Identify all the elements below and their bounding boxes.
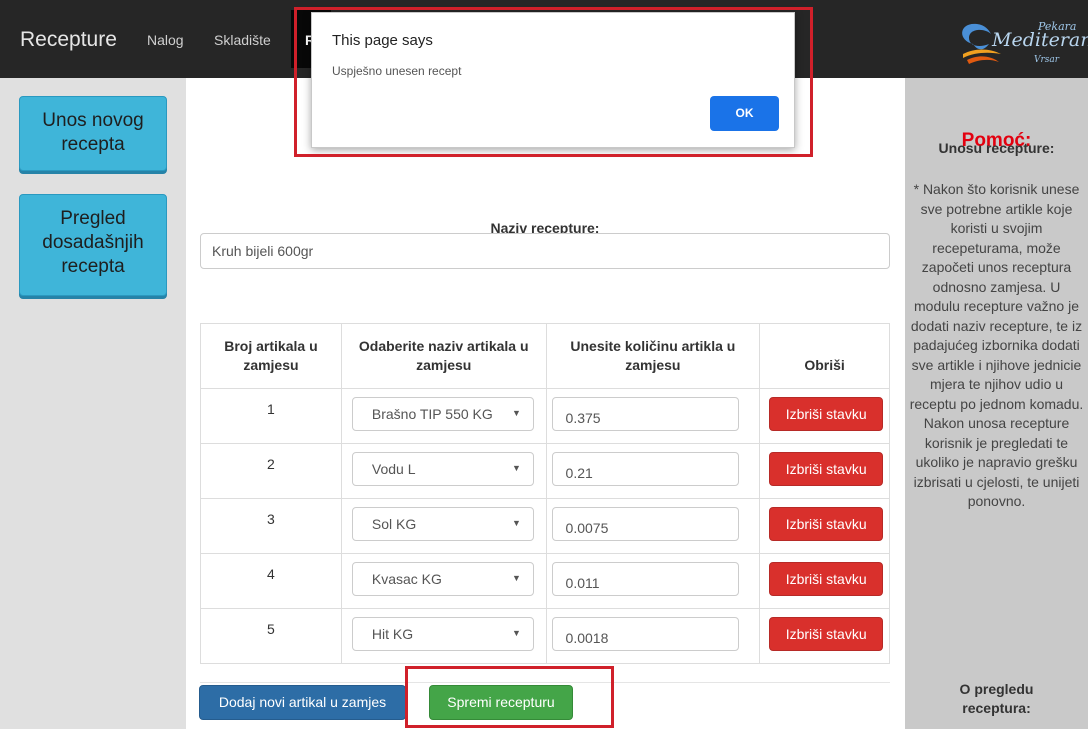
article-select[interactable]: Hit KG ▼ [351, 617, 534, 651]
delete-item-button[interactable]: Izbriši stavku [769, 452, 884, 486]
delete-item-button[interactable]: Izbriši stavku [769, 507, 884, 541]
article-select-value: Hit KG [371, 626, 414, 642]
article-select[interactable]: Vodu L ▼ [351, 452, 534, 486]
logo-text-vrsar: Vrsar [1034, 55, 1060, 65]
delete-cell: Izbriši stavku [759, 608, 890, 664]
table-header-row: Broj artikala u zamjesu Odaberite naziv … [200, 323, 890, 389]
ingredients-table: Broj artikala u zamjesu Odaberite naziv … [200, 323, 890, 664]
header-article-count: Broj artikala u zamjesu [200, 323, 342, 389]
left-sidebar [0, 78, 186, 729]
help-subtitle-review: O pregledu receptura: [959, 681, 1034, 716]
row-number-cell: 2 [200, 443, 342, 499]
table-row: 4 Kvasac KG ▼ Izbriši stavku [200, 553, 890, 609]
row-number: 2 [267, 456, 275, 472]
table-row: 2 Vodu L ▼ Izbriši stavku [200, 443, 890, 499]
delete-item-button[interactable]: Izbriši stavku [769, 562, 884, 596]
dialog-highlight-frame [294, 7, 813, 157]
article-select-value: Sol KG [371, 516, 417, 532]
quantity-input[interactable] [551, 562, 739, 596]
brand-link[interactable]: Recepture [20, 28, 117, 52]
delete-cell: Izbriši stavku [759, 443, 890, 499]
table-row: 1 Brašno TIP 550 KG ▼ Izbriši stavku [200, 388, 890, 444]
quantity-cell [545, 388, 761, 444]
help-subtitle: Unosu recepture: [938, 140, 1055, 156]
chevron-down-icon: ▼ [511, 463, 521, 473]
row-number: 5 [267, 621, 275, 637]
recipe-name-input[interactable] [200, 233, 890, 269]
article-select[interactable]: Kvasac KG ▼ [351, 562, 534, 596]
quantity-input[interactable] [551, 507, 739, 541]
table-row: 3 Sol KG ▼ Izbriši stavku [200, 498, 890, 554]
article-cell: Hit KG ▼ [340, 608, 547, 664]
save-button-highlight-frame [405, 666, 614, 728]
nav-link-nalog[interactable]: Nalog [147, 32, 184, 48]
article-cell: Vodu L ▼ [340, 443, 547, 499]
row-number-cell: 4 [200, 553, 342, 609]
add-article-button[interactable]: Dodaj novi artikal u zamjes [199, 685, 406, 720]
new-recipe-button[interactable]: Unos novog recepta [19, 96, 167, 171]
chevron-down-icon: ▼ [511, 518, 521, 528]
delete-cell: Izbriši stavku [759, 553, 890, 609]
article-select-value: Kvasac KG [371, 571, 442, 587]
quantity-cell [545, 443, 761, 499]
quantity-input[interactable] [551, 617, 739, 651]
delete-item-button[interactable]: Izbriši stavku [769, 397, 884, 431]
quantity-cell [545, 608, 761, 664]
article-cell: Kvasac KG ▼ [340, 553, 547, 609]
article-select[interactable]: Brašno TIP 550 KG ▼ [351, 397, 534, 431]
view-recipes-button[interactable]: Pregled dosadašnjih recepta [19, 194, 167, 296]
row-number-cell: 3 [200, 498, 342, 554]
delete-item-button[interactable]: Izbriši stavku [769, 617, 884, 651]
row-number: 1 [267, 401, 275, 417]
row-number-cell: 1 [200, 388, 342, 444]
article-select-value: Vodu L [371, 461, 416, 477]
help-text: * Nakon što korisnik unese sve potrebne … [909, 181, 1084, 509]
quantity-cell [545, 553, 761, 609]
quantity-input[interactable] [551, 452, 739, 486]
table-row: 5 Hit KG ▼ Izbriši stavku [200, 608, 890, 664]
quantity-cell [545, 498, 761, 554]
article-select-value: Brašno TIP 550 KG [371, 406, 493, 422]
chevron-down-icon: ▼ [511, 408, 521, 418]
delete-cell: Izbriši stavku [759, 498, 890, 554]
logo-text-mediteran: Mediteran [992, 29, 1088, 51]
header-article-name: Odaberite naziv artikala u zamjesu [340, 323, 547, 389]
row-number: 3 [267, 511, 275, 527]
delete-cell: Izbriši stavku [759, 388, 890, 444]
nav-link-skladiste[interactable]: Skladište [214, 32, 271, 48]
article-cell: Brašno TIP 550 KG ▼ [340, 388, 547, 444]
article-select[interactable]: Sol KG ▼ [351, 507, 534, 541]
row-number: 4 [267, 566, 275, 582]
chevron-down-icon: ▼ [511, 628, 521, 638]
header-article-quantity: Unesite količinu artikla u zamjesu [545, 323, 761, 389]
article-cell: Sol KG ▼ [340, 498, 547, 554]
chevron-down-icon: ▼ [511, 573, 521, 583]
quantity-input[interactable] [551, 397, 739, 431]
header-delete: Obriši [759, 323, 890, 389]
row-number-cell: 5 [200, 608, 342, 664]
